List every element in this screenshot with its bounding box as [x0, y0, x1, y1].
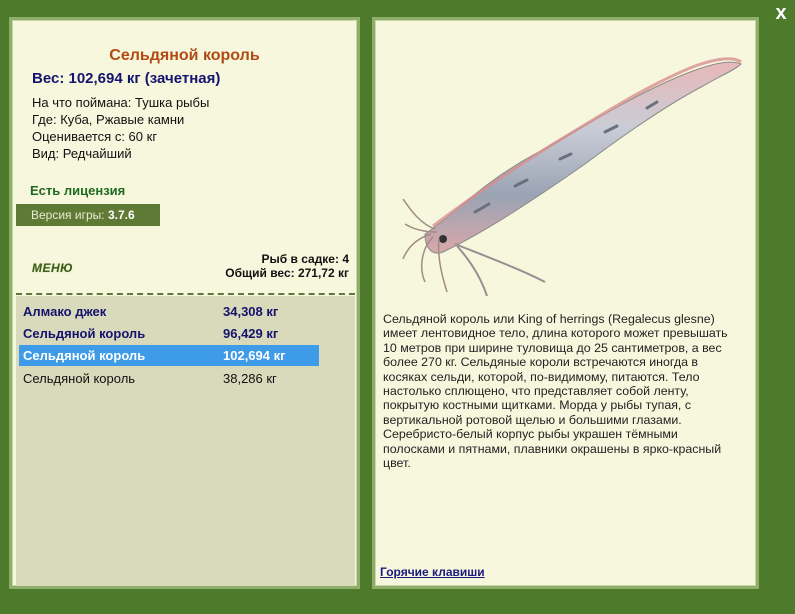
- keepnet-summary: Рыб в садке: 4 Общий вес: 271,72 кг: [225, 252, 349, 280]
- divider: [16, 293, 355, 295]
- fish-description-panel: Сельдяной король или King of herrings (R…: [372, 17, 759, 589]
- version-bar: Версия игры: 3.7.6: [16, 204, 160, 226]
- close-icon[interactable]: x: [770, 2, 792, 24]
- keepnet-count: Рыб в садке: 4: [261, 252, 349, 266]
- fish-image: [402, 57, 742, 296]
- catch-row[interactable]: Сельдяной король 38,286 кг: [19, 368, 319, 389]
- catch-name: Алмако джек: [23, 304, 107, 319]
- catch-row[interactable]: Сельдяной король 96,429 кг: [19, 323, 319, 344]
- version-value: 3.7.6: [107, 208, 135, 222]
- bait-line: На что поймана: Тушка рыбы: [32, 95, 210, 110]
- catch-name: Сельдяной король: [23, 371, 136, 386]
- catch-weight: 96,429 кг: [223, 326, 279, 341]
- keepnet-total-weight: Общий вес: 271,72 кг: [225, 266, 349, 280]
- fish-description: Сельдяной король или King of herrings (R…: [383, 312, 728, 471]
- catch-weight: 102,694 кг: [223, 348, 286, 363]
- catch-list: Алмако джек 34,308 кг Сельдяной король 9…: [16, 296, 355, 586]
- license-status: Есть лицензия: [30, 183, 126, 198]
- catch-row-selected[interactable]: Сельдяной король 102,694 кг: [19, 345, 319, 366]
- catch-row[interactable]: Алмако джек 34,308 кг: [19, 301, 319, 322]
- fish-title: Сельдяной король: [109, 47, 260, 64]
- hotkeys-link[interactable]: Горячие клавиши: [380, 565, 485, 579]
- location-line: Где: Куба, Ржавые камни: [32, 112, 185, 127]
- catch-weight: 34,308 кг: [223, 304, 279, 319]
- catch-weight: 38,286 кг: [223, 371, 277, 386]
- menu-button[interactable]: МЕНЮ: [32, 261, 73, 275]
- fish-info-panel: Сельдяной король Вес: 102,694 кг (зачетн…: [9, 17, 360, 589]
- rarity-line: Вид: Редчайший: [32, 146, 132, 161]
- fish-weight: Вес: 102,694 кг (зачетная): [32, 70, 221, 87]
- min-weight-line: Оценивается с: 60 кг: [32, 129, 158, 144]
- catch-name: Сельдяной король: [23, 326, 146, 341]
- catch-name: Сельдяной король: [23, 348, 146, 363]
- version-label: Версия игры:: [31, 208, 105, 222]
- fish-details: На что поймана: Тушка рыбы Где: Куба, Рж…: [32, 94, 209, 162]
